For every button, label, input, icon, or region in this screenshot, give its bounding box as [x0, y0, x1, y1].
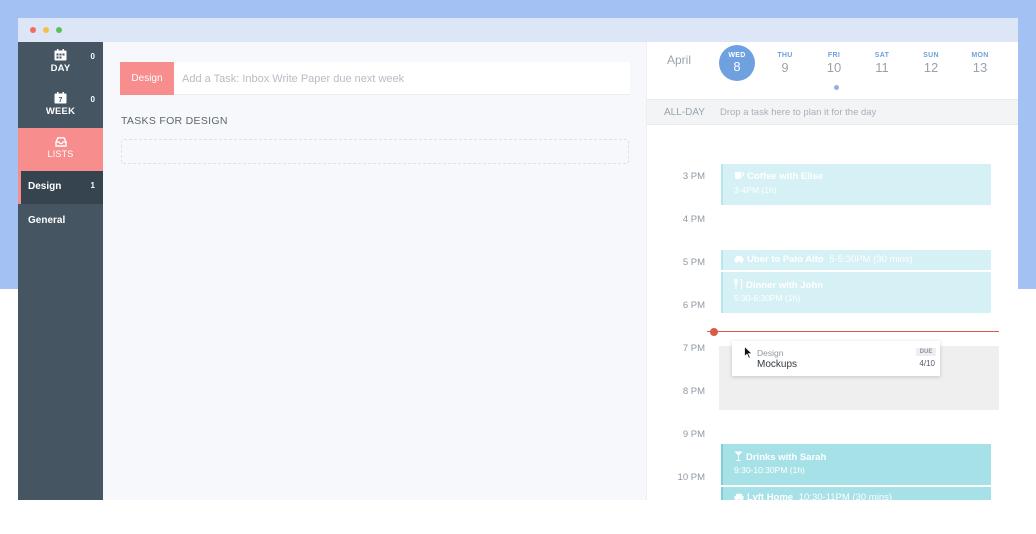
calendar-panel: April WED 8 THU 9 FRI 10 SAT 11 SUN 12 M…	[646, 42, 1018, 500]
day-number: 11	[875, 60, 889, 75]
sidebar-item-design[interactable]: Design 1	[18, 171, 103, 204]
day-thu[interactable]: THU 9	[767, 52, 803, 75]
day-number: 9	[781, 60, 789, 75]
nav-week-count: 0	[90, 95, 95, 104]
allday-label: ALL-DAY	[664, 107, 705, 118]
task-dropzone[interactable]	[121, 139, 629, 164]
event-time-inline: 10:30-11PM (30 mins)	[798, 492, 893, 500]
event-title: Coffee with Elise	[734, 171, 823, 182]
inbox-icon	[54, 137, 67, 147]
event-title: Uber to Palo Alto 5-5:30PM (30 mins)	[734, 254, 913, 265]
event-lyft[interactable]: Lyft Home 10:30-11PM (30 mins)	[721, 487, 991, 500]
day-name: WED	[728, 52, 746, 59]
day-sun[interactable]: SUN 12	[913, 52, 949, 75]
maximize-window-button[interactable]	[56, 27, 62, 33]
hour-label: 3 PM	[682, 171, 705, 182]
app-window: DAY 0 7 WEEK 0 LISTS Design 1 General De…	[18, 18, 1018, 500]
event-coffee[interactable]: Coffee with Elise 3-4PM (1h)	[721, 164, 991, 205]
hour-label: 5 PM	[682, 257, 705, 268]
add-task-bar: Design	[120, 62, 630, 95]
event-time: 5:30-6:30PM (1h)	[734, 293, 801, 303]
day-fri[interactable]: FRI 10	[816, 52, 852, 75]
window-titlebar	[18, 18, 1018, 42]
event-title-text: Uber to Palo Alto	[747, 254, 824, 265]
hour-label: 6 PM	[682, 300, 705, 311]
nav-week[interactable]: 7 WEEK 0	[18, 85, 103, 128]
nav-day-count: 0	[90, 52, 95, 61]
day-name: THU	[777, 52, 793, 59]
calendar-week-icon: 7	[54, 92, 67, 104]
day-number: 8	[733, 59, 741, 74]
nav-lists-label: LISTS	[47, 149, 74, 159]
coffee-icon	[735, 172, 744, 179]
nav-week-label: WEEK	[45, 106, 76, 117]
cocktail-icon	[734, 451, 743, 461]
hour-label: 7 PM	[682, 343, 705, 354]
day-name: MON	[971, 52, 989, 59]
due-date: 4/10	[919, 359, 935, 368]
event-drinks[interactable]: Drinks with Sarah 9:30-10:30PM (1h)	[721, 444, 991, 485]
day-number: 13	[972, 60, 988, 75]
event-indicator-dot	[834, 85, 839, 90]
dragged-task-card[interactable]: Design Mockups DUE 4/10	[732, 341, 940, 376]
sidebar-item-design-count: 1	[90, 181, 95, 190]
event-title-text: Drinks with Sarah	[746, 452, 827, 463]
task-card-list: Design	[757, 348, 784, 358]
nav-day-label: DAY	[50, 63, 71, 74]
hour-label: 4 PM	[682, 214, 705, 225]
car-icon	[734, 493, 744, 500]
close-window-button[interactable]	[30, 27, 36, 33]
day-sat[interactable]: SAT 11	[864, 52, 900, 75]
hour-label: 9 PM	[682, 429, 705, 440]
event-title: Dinner with John	[734, 279, 823, 291]
event-time-inline: 5-5:30PM (30 mins)	[829, 254, 913, 265]
event-time: 3-4PM (1h)	[734, 185, 777, 195]
sidebar-item-design-label: Design	[28, 181, 62, 192]
list-tag-button[interactable]: Design	[120, 62, 174, 95]
event-dinner[interactable]: Dinner with John 5:30-6:30PM (1h)	[721, 272, 991, 313]
day-number: 10	[826, 60, 842, 75]
allday-row[interactable]: ALL-DAY Drop a task here to plan it for …	[647, 99, 1018, 125]
current-time-dot	[710, 328, 718, 336]
allday-hint: Drop a task here to plan it for the day	[720, 107, 877, 118]
sidebar-item-general-label: General	[28, 215, 66, 226]
sidebar-item-general[interactable]: General	[18, 205, 103, 238]
event-title: Lyft Home 10:30-11PM (30 mins)	[734, 492, 892, 500]
sidebar: DAY 0 7 WEEK 0 LISTS Design 1 General	[18, 42, 103, 500]
calendar-day-icon	[54, 49, 67, 61]
add-task-input[interactable]	[182, 62, 622, 95]
event-title: Drinks with Sarah	[734, 451, 826, 463]
event-time: 9:30-10:30PM (1h)	[734, 465, 805, 475]
month-label: April	[667, 53, 692, 67]
task-card-title: Mockups	[757, 359, 798, 370]
minimize-window-button[interactable]	[43, 27, 49, 33]
day-mon[interactable]: MON 13	[962, 52, 998, 75]
svg-text:7: 7	[59, 97, 63, 104]
day-name: FRI	[827, 52, 841, 59]
fork-knife-icon	[734, 279, 743, 289]
event-title-text: Lyft Home	[747, 492, 794, 500]
event-title-text: Dinner with John	[746, 280, 824, 291]
day-wed[interactable]: WED 8	[719, 45, 755, 81]
event-uber[interactable]: Uber to Palo Alto 5-5:30PM (30 mins)	[721, 250, 991, 270]
tasks-panel: Design TASKS FOR DESIGN	[103, 42, 646, 500]
event-title-text: Coffee with Elise	[747, 171, 824, 182]
hour-label: 8 PM	[682, 386, 705, 397]
mouse-pointer-icon	[744, 346, 753, 359]
day-name: SAT	[874, 52, 890, 59]
car-icon	[734, 255, 744, 263]
nav-lists[interactable]: LISTS	[18, 128, 103, 171]
due-badge: DUE	[916, 348, 936, 356]
nav-day[interactable]: DAY 0	[18, 42, 103, 85]
current-time-line	[707, 331, 999, 332]
tasks-section-title: TASKS FOR DESIGN	[121, 115, 228, 127]
day-name: SUN	[923, 52, 939, 59]
hour-label: 10 PM	[677, 472, 705, 483]
day-number: 12	[923, 60, 939, 75]
